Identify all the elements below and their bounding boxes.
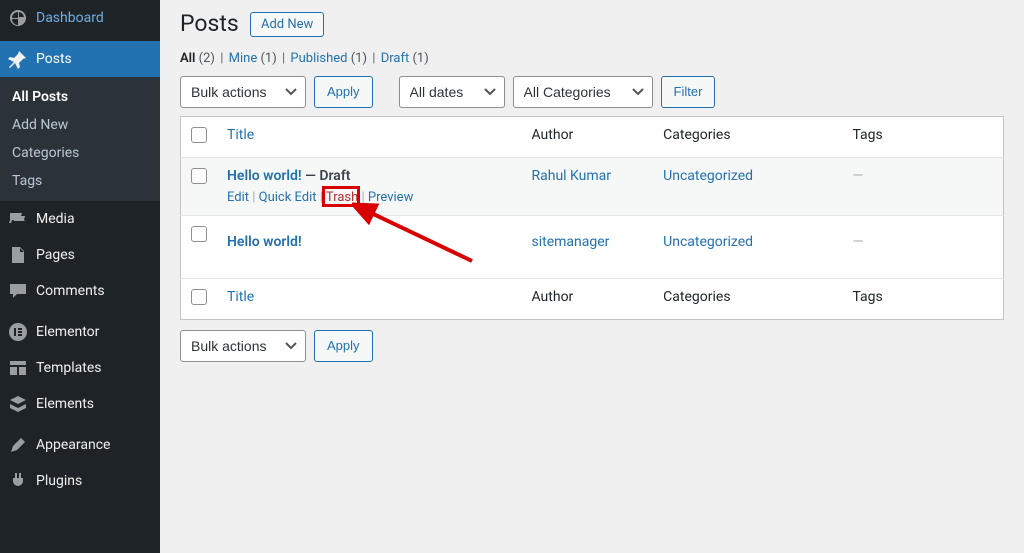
- post-title-link[interactable]: Hello world!: [227, 234, 302, 250]
- row-action-trash[interactable]: Trash: [326, 190, 358, 205]
- sidebar-subitem-add-new[interactable]: Add New: [0, 111, 160, 139]
- sidebar-subitem-categories[interactable]: Categories: [0, 139, 160, 167]
- page-icon: [8, 245, 28, 265]
- sidebar-submenu-posts: All Posts Add New Categories Tags: [0, 77, 160, 201]
- templates-icon: [8, 358, 28, 378]
- row-action-quick-edit[interactable]: Quick Edit: [259, 190, 317, 205]
- row-select-checkbox[interactable]: [191, 168, 207, 184]
- select-all-checkbox-bottom[interactable]: [191, 289, 207, 305]
- post-title-link[interactable]: Hello world!: [227, 168, 302, 184]
- sidebar-label-appearance: Appearance: [36, 437, 150, 453]
- bulk-apply-button[interactable]: Apply: [314, 76, 373, 108]
- post-category-link[interactable]: Uncategorized: [663, 168, 753, 184]
- col-footer-tags[interactable]: Tags: [842, 278, 1003, 319]
- sidebar-label-plugins: Plugins: [36, 473, 150, 489]
- col-footer-title[interactable]: Title: [217, 278, 522, 319]
- category-filter-select[interactable]: All Categories: [513, 76, 653, 108]
- row-action-preview[interactable]: Preview: [368, 190, 413, 205]
- pushpin-icon: [8, 49, 28, 69]
- row-actions: Edit | Quick Edit | Trash | Preview: [227, 190, 512, 205]
- post-author-link[interactable]: Rahul Kumar: [532, 168, 612, 184]
- tablenav-top: Bulk actions Apply All dates All Categor…: [180, 76, 1004, 108]
- select-all-checkbox[interactable]: [191, 127, 207, 143]
- sidebar-label-comments: Comments: [36, 283, 150, 299]
- bulk-apply-button-bottom[interactable]: Apply: [314, 330, 373, 362]
- filter-button[interactable]: Filter: [661, 76, 716, 108]
- post-author-link[interactable]: sitemanager: [532, 234, 610, 250]
- tablenav-bottom: Bulk actions Apply: [180, 330, 1004, 362]
- sidebar-item-elements[interactable]: Elements: [0, 386, 160, 422]
- media-icon: [8, 209, 28, 229]
- date-filter-select[interactable]: All dates: [399, 76, 505, 108]
- sidebar-item-plugins[interactable]: Plugins: [0, 463, 160, 499]
- main-content: Posts Add New All (2) | Mine (1) | Publi…: [160, 0, 1024, 553]
- row-select-checkbox[interactable]: [191, 226, 207, 242]
- bulk-actions-select-bottom[interactable]: Bulk actions: [180, 330, 306, 362]
- dashboard-icon: [8, 8, 28, 28]
- sidebar-label-posts: Posts: [36, 51, 150, 67]
- bulk-actions-select[interactable]: Bulk actions: [180, 76, 306, 108]
- page-header: Posts Add New: [180, 0, 1004, 43]
- sidebar-item-pages[interactable]: Pages: [0, 237, 160, 273]
- col-header-title[interactable]: Title: [217, 116, 522, 157]
- sidebar-label-templates: Templates: [36, 360, 150, 376]
- row-action-edit[interactable]: Edit: [227, 190, 249, 205]
- admin-sidebar: Dashboard Posts All Posts Add New Catego…: [0, 0, 160, 553]
- col-header-author[interactable]: Author: [522, 116, 654, 157]
- sidebar-item-comments[interactable]: Comments: [0, 273, 160, 309]
- table-row: Hello world! — Draft Edit | Quick Edit |…: [181, 157, 1004, 215]
- sidebar-item-templates[interactable]: Templates: [0, 350, 160, 386]
- status-link-mine[interactable]: Mine (1): [229, 51, 277, 66]
- sidebar-subitem-tags[interactable]: Tags: [0, 167, 160, 195]
- post-state: — Draft: [305, 168, 350, 184]
- sidebar-subitem-all-posts[interactable]: All Posts: [0, 83, 160, 111]
- comment-icon: [8, 281, 28, 301]
- add-new-button[interactable]: Add New: [250, 12, 324, 37]
- col-header-categories[interactable]: Categories: [653, 116, 842, 157]
- post-tags-empty: —: [852, 234, 863, 250]
- plugins-icon: [8, 471, 28, 491]
- sidebar-item-elementor[interactable]: Elementor: [0, 314, 160, 350]
- post-category-link[interactable]: Uncategorized: [663, 234, 753, 250]
- col-footer-author[interactable]: Author: [522, 278, 654, 319]
- status-link-published[interactable]: Published (1): [290, 51, 367, 66]
- page-title: Posts: [180, 0, 239, 43]
- sidebar-label-dashboard: Dashboard: [36, 10, 150, 26]
- sidebar-label-media: Media: [36, 211, 150, 227]
- sidebar-item-dashboard[interactable]: Dashboard: [0, 0, 160, 36]
- sidebar-label-pages: Pages: [36, 247, 150, 263]
- status-link-draft[interactable]: Draft (1): [381, 51, 429, 66]
- status-link-all[interactable]: All (2): [180, 51, 215, 66]
- elements-icon: [8, 394, 28, 414]
- sidebar-label-elements: Elements: [36, 396, 150, 412]
- post-tags-empty: —: [852, 168, 863, 184]
- col-header-tags[interactable]: Tags: [842, 116, 1003, 157]
- status-filter-links: All (2) | Mine (1) | Published (1) | Dra…: [180, 51, 1004, 66]
- table-row: Hello world! sitemanager Uncategorized —: [181, 215, 1004, 278]
- sidebar-label-elementor: Elementor: [36, 324, 150, 340]
- sidebar-item-media[interactable]: Media: [0, 201, 160, 237]
- appearance-icon: [8, 435, 28, 455]
- sidebar-item-appearance[interactable]: Appearance: [0, 427, 160, 463]
- sidebar-item-posts[interactable]: Posts: [0, 41, 160, 77]
- col-footer-categories[interactable]: Categories: [653, 278, 842, 319]
- elementor-icon: [8, 322, 28, 342]
- posts-table: Title Author Categories Tags Hello world…: [180, 116, 1004, 320]
